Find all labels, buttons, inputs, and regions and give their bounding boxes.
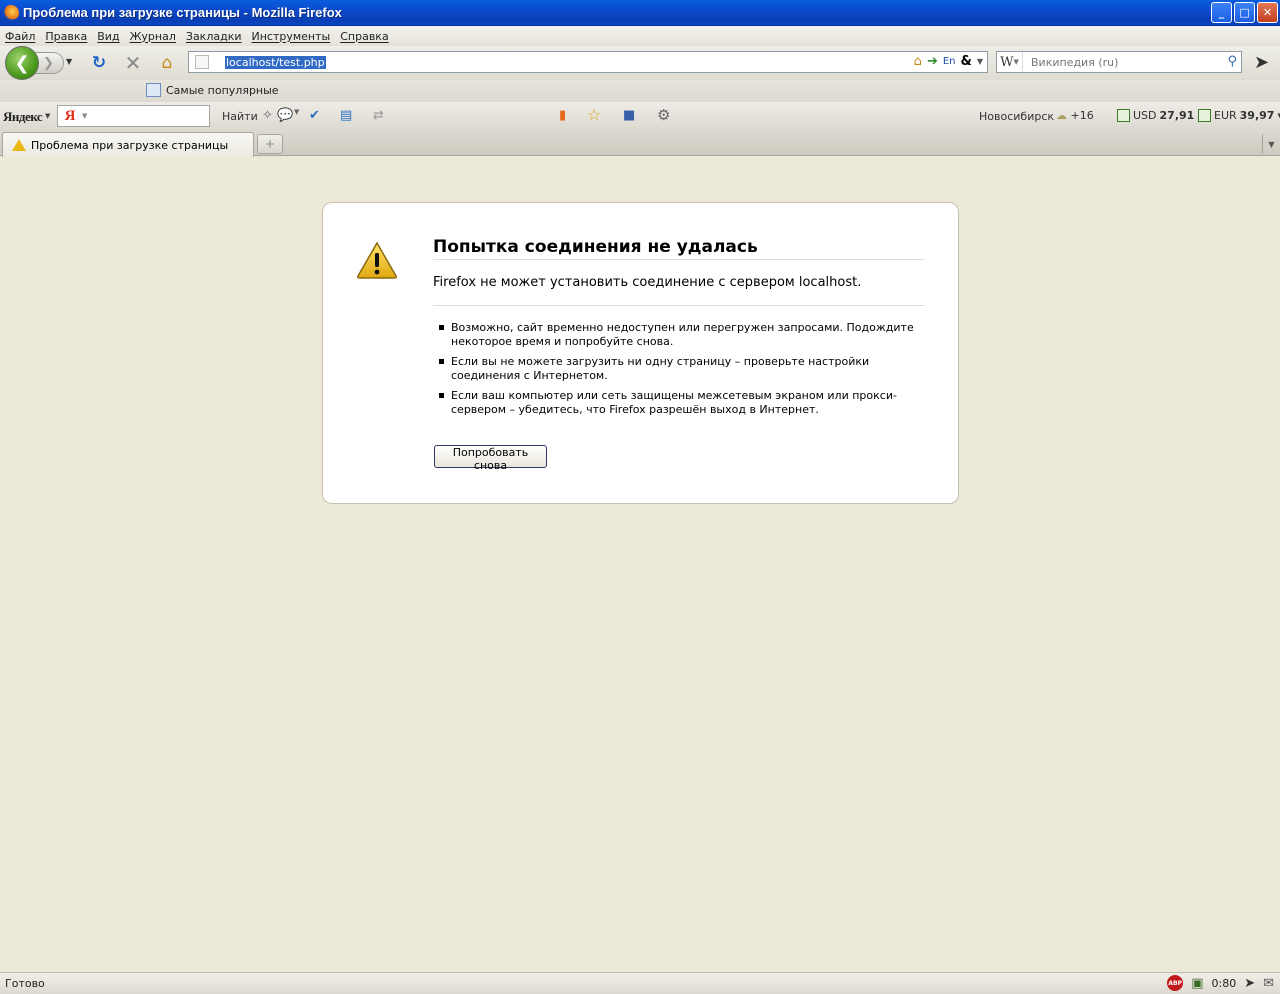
menu-file[interactable]: Файл bbox=[5, 30, 35, 43]
yandex-bar-icon[interactable]: ■ bbox=[623, 108, 635, 123]
url-text[interactable]: localhost/test.php bbox=[225, 55, 326, 69]
download-status-icon[interactable]: ▣ bbox=[1191, 976, 1203, 991]
search-input[interactable] bbox=[1031, 55, 1221, 69]
error-box: Попытка соединения не удалась Firefox не… bbox=[322, 202, 959, 504]
translate-icon[interactable]: ▤ bbox=[340, 108, 352, 123]
yandex-y-icon: Я bbox=[64, 107, 76, 124]
firefox-logo-icon bbox=[3, 4, 19, 21]
adblock-icon[interactable]: ABP bbox=[1167, 975, 1184, 991]
retry-button[interactable]: Попробовать снова bbox=[434, 445, 547, 472]
yandex-input-dropdown-icon[interactable]: ▼ bbox=[82, 112, 87, 120]
menu-help[interactable]: Справка bbox=[340, 30, 388, 43]
bookmark-star-icon[interactable]: ☆ bbox=[587, 105, 601, 124]
stop-icon[interactable]: ✕ bbox=[122, 51, 144, 75]
menu-bookmarks[interactable]: Закладки bbox=[186, 30, 242, 43]
yandex-find-button[interactable]: Найти bbox=[222, 110, 258, 123]
bookmark-most-visited[interactable]: Самые популярные bbox=[146, 83, 279, 97]
cursor-status-icon[interactable]: ➤ bbox=[1244, 976, 1255, 991]
back-button[interactable]: ❮ bbox=[5, 46, 39, 80]
new-tab-button[interactable]: + bbox=[257, 134, 283, 154]
usd-rate[interactable]: USD 27,91 bbox=[1117, 109, 1194, 122]
minimize-button[interactable]: _ bbox=[1211, 2, 1232, 23]
error-title: Попытка соединения не удалась bbox=[433, 237, 758, 257]
suggestion-item: Если ваш компьютер или сеть защищены меж… bbox=[439, 389, 919, 417]
menu-view[interactable]: Вид bbox=[97, 30, 119, 43]
page-favicon-icon bbox=[195, 55, 209, 69]
divider bbox=[433, 305, 925, 306]
eur-chart-icon bbox=[1198, 109, 1211, 122]
history-dropdown-icon[interactable]: ▼ bbox=[66, 57, 72, 66]
settings-gear-icon[interactable]: ⚙ bbox=[657, 106, 670, 124]
mail-icon[interactable]: ✉ bbox=[1263, 976, 1274, 991]
weather-cloud-icon: ☁ bbox=[1056, 109, 1067, 122]
bookmarks-toolbar: Самые популярные bbox=[0, 80, 1280, 102]
bookmark-label: Самые популярные bbox=[166, 83, 279, 97]
url-dropdown-icon[interactable]: ▼ bbox=[977, 54, 983, 70]
tab-error-page[interactable]: Проблема при загрузке страницы bbox=[2, 132, 254, 157]
navigation-toolbar: ❯ ❮ ▼ ↻ ✕ ⌂ localhost/test.php ⌂ ➔ En & … bbox=[0, 46, 1280, 80]
divider bbox=[433, 259, 925, 260]
go-arrow-icon[interactable]: ➔ bbox=[927, 54, 938, 70]
translate-disabled-icon[interactable]: ⇄ bbox=[373, 108, 384, 123]
ampersand-icon[interactable]: & bbox=[961, 54, 972, 70]
url-bar[interactable]: localhost/test.php ⌂ ➔ En & ▼ bbox=[188, 51, 988, 73]
yandex-mail-icon[interactable]: ▮ bbox=[559, 108, 566, 123]
yandex-toolbar: Яндекс ▼ Я ▼ Найти ✧ 💬 ▼ ✔ ▤ ⇄ ▮ ☆ ■ ⚙ Н… bbox=[0, 102, 1280, 130]
yandex-dropdown-icon[interactable]: ▼ bbox=[45, 112, 50, 120]
home-small-icon[interactable]: ⌂ bbox=[914, 54, 922, 70]
window-title: Проблема при загрузке страницы - Mozilla… bbox=[23, 5, 342, 20]
back-arrow-icon: ❮ bbox=[14, 52, 30, 74]
wikipedia-icon[interactable]: W ▼ bbox=[997, 52, 1023, 72]
home-icon[interactable]: ⌂ bbox=[156, 52, 178, 74]
search-bar[interactable]: W▼ ⚲ bbox=[996, 51, 1242, 73]
tab-label: Проблема при загрузке страницы bbox=[31, 138, 229, 152]
tab-strip: Проблема при загрузке страницы + ▼ bbox=[0, 130, 1280, 157]
weather-widget[interactable]: ☁ +16 bbox=[1056, 109, 1094, 122]
maximize-button[interactable]: □ bbox=[1234, 2, 1255, 23]
error-description: Firefox не может установить соединение с… bbox=[433, 275, 862, 290]
suggestion-item: Возможно, сайт временно недоступен или п… bbox=[439, 321, 919, 349]
most-visited-folder-icon bbox=[146, 83, 161, 97]
language-indicator[interactable]: En bbox=[943, 54, 956, 70]
page-content: Попытка соединения не удалась Firefox не… bbox=[0, 157, 1280, 972]
status-bar: Готово ABP ▣ 0:80 ➤ ✉ bbox=[0, 972, 1280, 994]
menu-history[interactable]: Журнал bbox=[130, 30, 176, 43]
suggestion-item: Если вы не можете загрузить ни одну стра… bbox=[439, 355, 919, 383]
weather-city[interactable]: Новосибирск bbox=[979, 110, 1054, 123]
cursor-pointer-icon[interactable]: ➤ bbox=[1254, 52, 1269, 73]
yandex-search-input[interactable]: Я ▼ bbox=[57, 105, 210, 127]
menu-tools[interactable]: Инструменты bbox=[252, 30, 331, 43]
error-suggestions: Возможно, сайт временно недоступен или п… bbox=[439, 321, 919, 423]
warning-icon bbox=[357, 241, 397, 279]
speech-dropdown-icon[interactable]: ▼ bbox=[294, 108, 299, 116]
status-time: 0:80 bbox=[1211, 976, 1237, 990]
menu-edit[interactable]: Правка bbox=[45, 30, 87, 43]
search-magnifier-icon[interactable]: ⚲ bbox=[1227, 54, 1237, 69]
close-button[interactable]: ✕ bbox=[1257, 2, 1278, 23]
yandex-logo[interactable]: Яндекс bbox=[3, 109, 43, 125]
usd-chart-icon bbox=[1117, 109, 1130, 122]
speech-bubble-icon[interactable]: ✧ 💬 bbox=[262, 108, 293, 123]
window-titlebar: Проблема при загрузке страницы - Mozilla… bbox=[0, 0, 1280, 26]
forward-arrow-icon: ❯ bbox=[43, 55, 54, 71]
eur-rate[interactable]: EUR39,97▼ bbox=[1198, 109, 1280, 122]
menu-bar: Файл Правка Вид Журнал Закладки Инструме… bbox=[0, 26, 1280, 46]
spellcheck-icon[interactable]: ✔ bbox=[309, 108, 320, 123]
status-text: Готово bbox=[5, 977, 45, 990]
tab-list-dropdown-icon[interactable]: ▼ bbox=[1262, 134, 1280, 154]
reload-icon[interactable]: ↻ bbox=[88, 52, 110, 74]
warning-icon bbox=[12, 139, 26, 151]
